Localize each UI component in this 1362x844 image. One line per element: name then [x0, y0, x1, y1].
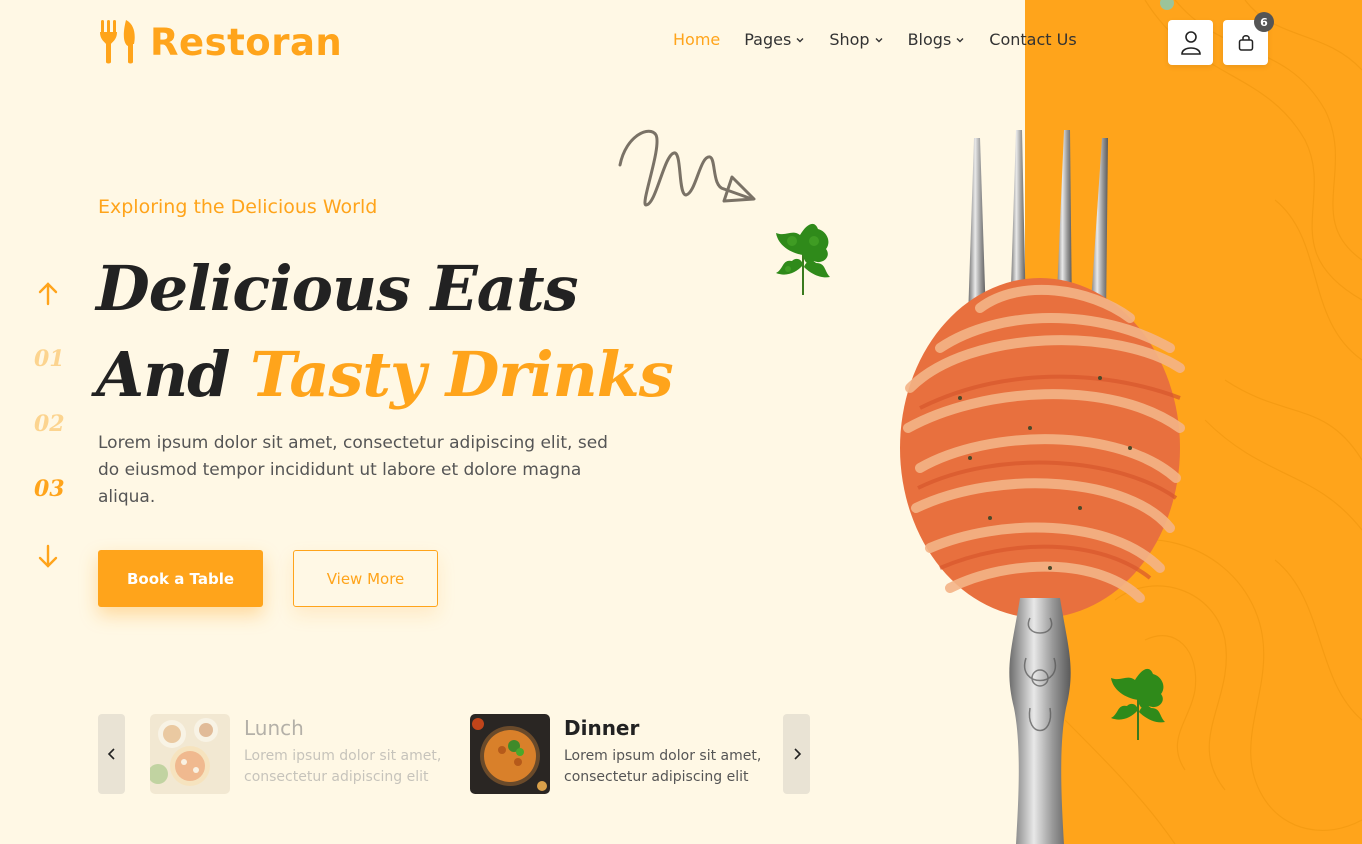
dinner-thumbnail: [470, 714, 550, 794]
nav-pages[interactable]: Pages: [744, 30, 805, 49]
cart-count-badge: 6: [1254, 12, 1274, 32]
nav-contact[interactable]: Contact Us: [989, 30, 1076, 49]
brand-name: Restoran: [150, 20, 343, 64]
hero-title-line1: Delicious Eats: [96, 252, 579, 325]
arrow-down-icon[interactable]: [36, 542, 60, 570]
book-table-button[interactable]: Book a Table: [98, 550, 263, 607]
category-title: Dinner: [564, 716, 640, 740]
nav-home[interactable]: Home: [673, 30, 720, 49]
spaghetti-fork-image: [900, 130, 1185, 844]
slide-number-2[interactable]: 02: [34, 411, 65, 437]
nav-home-label: Home: [673, 30, 721, 49]
chevron-down-icon: [875, 37, 883, 42]
fork-knife-icon: [100, 20, 135, 64]
user-icon: [1180, 30, 1201, 55]
lunch-text: Lunch Lorem ipsum dolor sit amet, consec…: [244, 714, 454, 794]
hero-description: Lorem ipsum dolor sit amet, consectetur …: [98, 433, 608, 507]
nav-blogs-label: Blogs: [907, 30, 952, 49]
category-card-lunch[interactable]: Lunch Lorem ipsum dolor sit amet, consec…: [150, 714, 454, 794]
category-next-button[interactable]: [783, 714, 810, 794]
shopping-bag-icon: [1238, 34, 1253, 51]
cart-button[interactable]: 6: [1223, 12, 1274, 65]
nav-shop-label: Shop: [829, 30, 870, 49]
category-description: Lorem ipsum dolor sit amet, consectetur …: [564, 748, 762, 785]
category-prev-button[interactable]: [98, 714, 125, 794]
user-account-button[interactable]: [1168, 20, 1213, 65]
hero-title-line2: And Tasty Drinks: [96, 338, 674, 411]
nav-contact-label: Contact Us: [989, 30, 1077, 49]
category-description: Lorem ipsum dolor sit amet, consectetur …: [244, 748, 442, 785]
hero-title-accent: Tasty Drinks: [250, 338, 673, 411]
hero-title-plain: And: [96, 338, 231, 411]
brand-logo[interactable]: Restoran: [98, 18, 342, 66]
nav-shop[interactable]: Shop: [829, 30, 883, 49]
nav-blogs[interactable]: Blogs: [908, 30, 966, 49]
chevron-down-icon: [956, 37, 964, 42]
slide-number-3[interactable]: 03: [34, 476, 65, 502]
parsley-leaf-icon: [776, 223, 830, 295]
dinner-text: Dinner Lorem ipsum dolor sit amet, conse…: [564, 714, 774, 794]
nav-pages-label: Pages: [744, 30, 792, 49]
chevron-right-icon: [793, 748, 801, 760]
category-card-dinner[interactable]: Dinner Lorem ipsum dolor sit amet, conse…: [470, 714, 774, 794]
lunch-thumbnail: [150, 714, 230, 794]
arrow-up-icon[interactable]: [36, 280, 60, 308]
main-nav: Home Pages Shop Blogs Contact Us: [673, 30, 1077, 49]
hero-subtitle: Exploring the Delicious World: [98, 196, 378, 218]
slide-number-1[interactable]: 01: [34, 346, 65, 372]
squiggle-arrow-icon: [618, 129, 756, 207]
category-title: Lunch: [244, 716, 304, 740]
chevron-left-icon: [107, 748, 115, 760]
view-more-button[interactable]: View More: [293, 550, 438, 607]
chevron-down-icon: [796, 37, 804, 42]
